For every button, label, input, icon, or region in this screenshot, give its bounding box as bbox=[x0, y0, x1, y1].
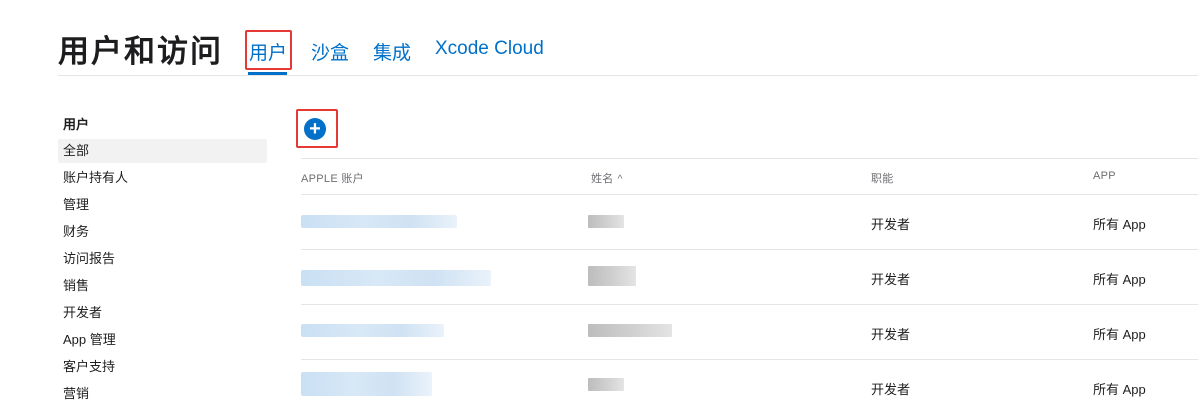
apps-cell: 所有 App bbox=[1093, 382, 1146, 397]
sidebar-item-account-holder[interactable]: 账户持有人 bbox=[58, 166, 267, 190]
table-top-divider bbox=[301, 158, 1198, 159]
sidebar-item-all[interactable]: 全部 bbox=[58, 139, 267, 163]
role-cell: 开发者 bbox=[871, 272, 911, 287]
redacted-name bbox=[588, 215, 624, 228]
row-divider bbox=[301, 249, 1198, 250]
sidebar-item-customer-support[interactable]: 客户支持 bbox=[58, 355, 267, 379]
column-header-apps[interactable]: APP bbox=[1093, 170, 1116, 182]
sidebar-item-sales[interactable]: 销售 bbox=[58, 274, 267, 298]
tab-highlight-box bbox=[245, 30, 292, 70]
role-cell: 开发者 bbox=[871, 217, 911, 232]
row-divider bbox=[301, 304, 1198, 305]
page-title: 用户和访问 bbox=[58, 34, 223, 69]
apps-cell: 所有 App bbox=[1093, 327, 1146, 342]
redacted-email bbox=[301, 215, 457, 228]
column-header-name-label: 姓名 bbox=[591, 173, 614, 185]
redacted-name bbox=[588, 378, 624, 391]
sidebar-item-access-reports[interactable]: 访问报告 bbox=[58, 247, 267, 271]
sidebar-item-admin[interactable]: 管理 bbox=[58, 193, 267, 217]
redacted-email bbox=[301, 270, 491, 286]
tab-xcode-cloud[interactable]: Xcode Cloud bbox=[435, 38, 544, 60]
sidebar-item-marketing[interactable]: 营销 bbox=[58, 382, 267, 406]
column-header-name[interactable]: 姓名 ^ bbox=[591, 170, 623, 186]
redacted-email bbox=[301, 372, 432, 396]
header-divider bbox=[58, 75, 1198, 76]
column-header-role[interactable]: 职能 bbox=[871, 170, 894, 186]
redacted-email bbox=[301, 324, 444, 337]
row-divider bbox=[301, 359, 1198, 360]
role-cell: 开发者 bbox=[871, 327, 911, 342]
page-header: 用户和访问 用户 沙盒 集成 Xcode Cloud bbox=[0, 0, 1198, 76]
tab-integrations[interactable]: 集成 bbox=[373, 38, 411, 65]
apps-cell: 所有 App bbox=[1093, 272, 1146, 287]
column-header-apple-account[interactable]: APPLE 账户 bbox=[301, 170, 364, 186]
sidebar-heading: 用户 bbox=[63, 117, 90, 132]
tab-sandbox[interactable]: 沙盒 bbox=[311, 38, 349, 65]
apps-cell: 所有 App bbox=[1093, 217, 1146, 232]
role-cell: 开发者 bbox=[871, 382, 911, 397]
sidebar-item-developer[interactable]: 开发者 bbox=[58, 301, 267, 325]
redacted-name bbox=[588, 266, 636, 286]
header-divider bbox=[301, 194, 1198, 195]
add-button-highlight-box bbox=[296, 109, 338, 148]
sidebar-item-app-manager[interactable]: App 管理 bbox=[58, 328, 267, 352]
sidebar-item-finance[interactable]: 财务 bbox=[58, 220, 267, 244]
sort-ascending-icon: ^ bbox=[617, 174, 623, 185]
redacted-name bbox=[588, 324, 672, 337]
